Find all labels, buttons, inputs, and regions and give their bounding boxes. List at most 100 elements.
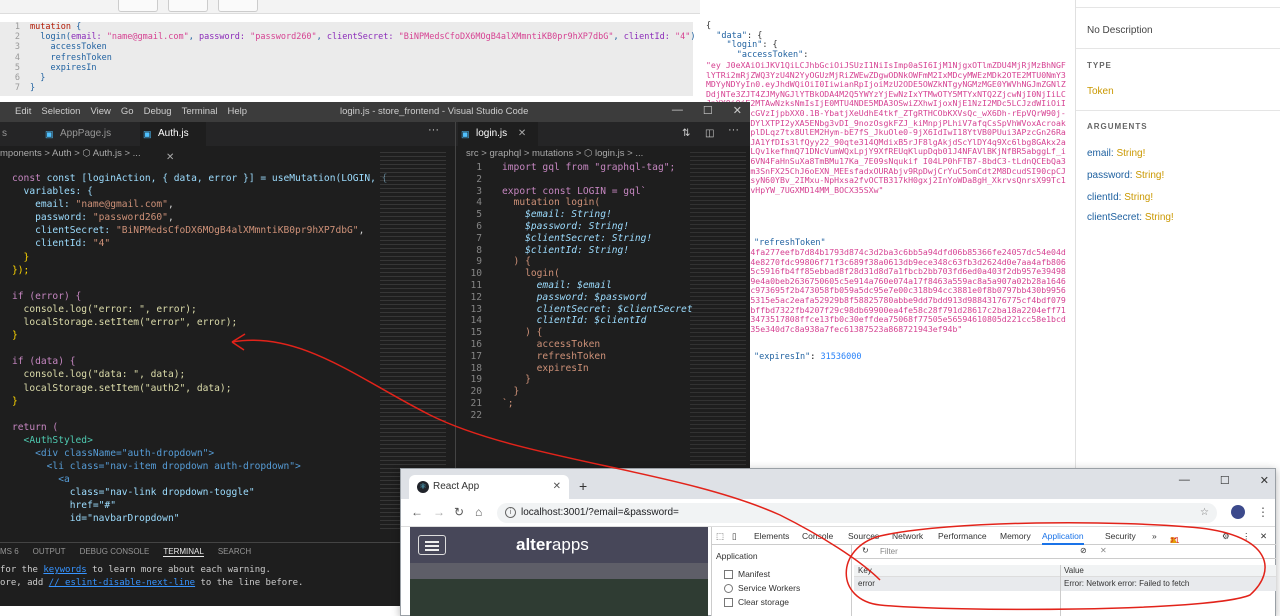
tab-truncated[interactable]: s — [0, 122, 34, 146]
maximize-icon[interactable]: ☐ — [703, 104, 713, 117]
more-actions-icon[interactable]: ··· — [728, 124, 739, 136]
storage-table: ↻ Filter ⊘ ✕ Key Value error Error: Netw… — [854, 545, 1276, 616]
gear-icon — [724, 584, 733, 593]
maximize-icon[interactable]: ☐ — [1220, 474, 1230, 487]
tab-auth[interactable]: ▣ Auth.js ✕ — [140, 122, 206, 163]
menu-debug[interactable]: Debug — [139, 106, 177, 117]
devtools-settings-icon[interactable]: ⚙ — [1222, 531, 1230, 542]
menu-help[interactable]: Help — [222, 106, 252, 117]
profile-avatar[interactable] — [1231, 505, 1245, 519]
tab-application[interactable]: Application — [1042, 531, 1084, 545]
docs-explorer: No Description TYPE Token ARGUMENTS emai… — [1075, 0, 1280, 470]
manifest-icon — [724, 570, 733, 579]
react-app-viewport: alterapps — [410, 527, 708, 616]
inspect-icon[interactable]: ⬚ — [716, 531, 724, 542]
toolbar-button[interactable] — [118, 0, 158, 12]
column-key[interactable]: Key — [858, 566, 872, 575]
sidebar-item-manifest[interactable]: Manifest — [738, 569, 770, 579]
new-tab-icon[interactable]: + — [579, 478, 587, 494]
menu-bar: Edit Selection View Go Debug Terminal He… — [10, 106, 252, 117]
argument-clientid[interactable]: clientId: String! — [1087, 192, 1153, 203]
js-file-icon: ▣ — [143, 129, 152, 139]
tab-problems[interactable]: MS 6 — [0, 547, 19, 557]
info-icon[interactable]: i — [505, 507, 516, 518]
tab-performance[interactable]: Performance — [938, 531, 987, 541]
device-toolbar-icon[interactable]: ▯ — [732, 531, 737, 542]
close-icon[interactable]: ✕ — [733, 104, 742, 117]
tab-security[interactable]: Security — [1105, 531, 1136, 541]
browser-tab[interactable]: ⚛ React App ✕ — [409, 475, 569, 499]
graphiql-toolbar — [0, 0, 700, 14]
tab-terminal[interactable]: TERMINAL — [163, 547, 204, 557]
table-row[interactable]: error Error: Network error: Failed to fe… — [854, 577, 1276, 591]
split-editor-icon[interactable]: ◫ — [705, 128, 714, 139]
alterapps-logo[interactable]: alterapps — [516, 535, 589, 555]
docs-header — [1076, 0, 1280, 8]
home-icon[interactable]: ⌂ — [475, 505, 482, 519]
more-actions-icon[interactable]: ··· — [428, 124, 439, 136]
login-js-code[interactable]: import gql from "graphql-tag"; export co… — [502, 162, 693, 410]
arguments-caption: ARGUMENTS — [1087, 122, 1148, 131]
auth-js-code[interactable]: const const [loginAction, { data, error … — [12, 172, 387, 526]
tab-sources[interactable]: Sources — [848, 531, 879, 541]
column-value[interactable]: Value — [1064, 566, 1084, 575]
tab-elements[interactable]: Elements — [754, 531, 789, 541]
argument-password[interactable]: password: String! — [1087, 170, 1164, 181]
tab-login[interactable]: ▣ login.js ✕ — [458, 122, 538, 146]
access-token-value: "ey J0eXAiOiJKV1QiLCJhbGciOiJSUzI1NiIsIm… — [706, 60, 1066, 195]
tab-apppage[interactable]: ▣ AppPage.js — [42, 122, 138, 146]
toolbar-button[interactable] — [168, 0, 208, 12]
table-header: Key Value — [854, 565, 1276, 577]
sidebar-item-service-workers[interactable]: Service Workers — [738, 583, 800, 593]
minimize-icon[interactable]: — — [1179, 474, 1190, 487]
type-link[interactable]: Token — [1087, 86, 1114, 97]
argument-email[interactable]: email: String! — [1087, 148, 1145, 159]
menu-selection[interactable]: Selection — [36, 106, 85, 117]
compare-icon[interactable]: ⇅ — [682, 128, 690, 139]
filter-input[interactable]: Filter — [880, 547, 898, 556]
breadcrumb-left[interactable]: mponents > Auth > ⬡ Auth.js > ... — [0, 146, 141, 162]
graphiql-query-panel: 1234567 mutation { login(email: "name@gm… — [0, 0, 706, 100]
tab-memory[interactable]: Memory — [1000, 531, 1031, 541]
star-icon[interactable]: ☆ — [1200, 503, 1209, 523]
hamburger-menu-icon[interactable] — [418, 535, 446, 555]
more-tabs-icon[interactable]: » — [1152, 531, 1157, 541]
close-tab-icon[interactable]: ✕ — [518, 128, 526, 139]
close-tab-icon[interactable]: ✕ — [553, 475, 561, 499]
close-tab-icon[interactable]: ✕ — [166, 152, 174, 163]
row-value: Error: Network error: Failed to fetch — [1064, 579, 1190, 588]
back-icon[interactable]: ← — [411, 505, 423, 519]
minimize-icon[interactable]: — — [672, 104, 683, 117]
tab-network[interactable]: Network — [892, 531, 923, 541]
forward-icon[interactable]: → — [433, 505, 445, 519]
column-divider — [1060, 565, 1061, 616]
tab-output[interactable]: OUTPUT — [33, 547, 66, 557]
field-description: No Description — [1087, 25, 1153, 36]
expires-in-row: "expiresIn": 31536000 — [754, 352, 862, 362]
js-file-icon: ▣ — [461, 129, 470, 139]
chrome-menu-icon[interactable]: ⋮ — [1257, 505, 1269, 519]
query-editor[interactable]: mutation { login(email: "name@gmail.com"… — [30, 22, 706, 93]
menu-go[interactable]: Go — [116, 106, 139, 117]
toolbar-button[interactable] — [218, 0, 258, 12]
clear-all-icon[interactable]: ⊘ — [1080, 546, 1087, 555]
devtools-close-icon[interactable]: ✕ — [1260, 531, 1267, 542]
delete-selected-icon[interactable]: ✕ — [1100, 546, 1107, 555]
tab-console[interactable]: Console — [802, 531, 833, 541]
window-title: login.js - store_frontend - Visual Studi… — [340, 106, 529, 117]
close-icon[interactable]: ✕ — [1260, 474, 1269, 487]
tab-search[interactable]: SEARCH — [218, 547, 251, 557]
menu-edit[interactable]: Edit — [10, 106, 36, 117]
menu-terminal[interactable]: Terminal — [177, 106, 223, 117]
sidebar-item-clear-storage[interactable]: Clear storage — [738, 597, 789, 607]
breadcrumb-right[interactable]: src > graphql > mutations > ⬡ login.js >… — [466, 146, 643, 162]
argument-clientsecret[interactable]: clientSecret: String! — [1087, 212, 1174, 223]
refresh-icon[interactable]: ↻ — [862, 546, 869, 555]
address-bar[interactable]: i localhost:3001/?email=&password= ☆ — [497, 503, 1217, 523]
menu-view[interactable]: View — [85, 106, 115, 117]
storage-icon — [724, 598, 733, 607]
tab-debug-console[interactable]: DEBUG CONSOLE — [80, 547, 150, 557]
devtools-more-icon[interactable]: ⋮ — [1242, 531, 1251, 542]
navigation-bar: ← → ↻ ⌂ i localhost:3001/?email=&passwor… — [401, 499, 1275, 527]
reload-icon[interactable]: ↻ — [454, 505, 464, 519]
